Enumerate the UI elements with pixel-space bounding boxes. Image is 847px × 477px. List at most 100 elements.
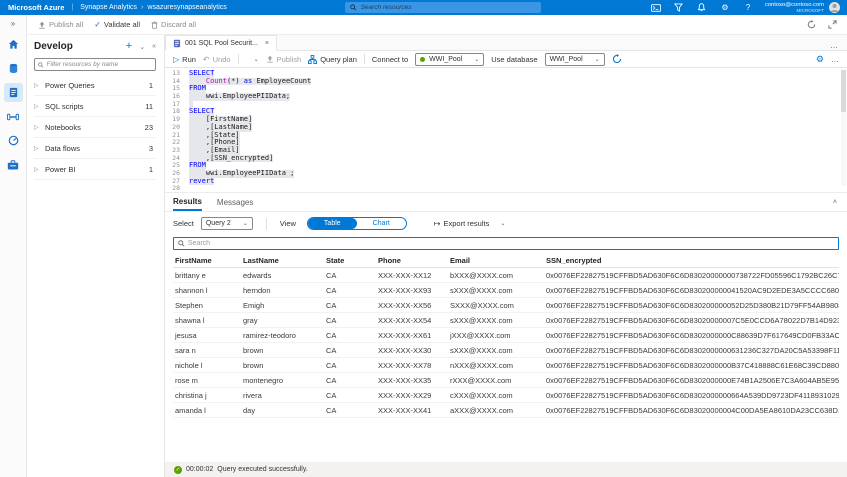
view-chart-button[interactable]: Chart [357,218,406,229]
export-results-button[interactable]: ↦ Export results ⌄ [434,219,506,228]
nav-monitor[interactable] [4,131,23,150]
column-header-state[interactable]: State [326,256,378,265]
table-row[interactable]: shannon lherndonCAXXX-XXX-XX93sXXX@XXXX.… [173,283,839,298]
run-button[interactable]: ▷ Run [173,55,196,64]
collapse-panel-icon[interactable]: « [152,43,156,50]
collapse-results-icon[interactable]: ˄ [833,193,837,211]
publish-all-button[interactable]: Publish all [38,20,83,29]
global-search-input[interactable] [361,4,536,11]
refresh-database-icon[interactable] [612,54,622,64]
view-table-button[interactable]: Table [308,218,357,229]
editor-scrollbar[interactable] [841,70,846,186]
cloudshell-icon[interactable] [651,3,661,13]
connect-to-dropdown[interactable]: WWI_Pool ⌄ [415,53,484,66]
table-row[interactable]: christina jriveraCAXXX-XXX-XX29cXXX@XXXX… [173,388,839,403]
table-row[interactable]: sara nbrownCAXXX-XXX-XX30sXXX@XXXX.com0x… [173,343,839,358]
help-icon[interactable]: ? [743,3,753,13]
develop-item-power-bi[interactable]: ▷Power BI1 [34,159,156,180]
scrollbar-thumb[interactable] [841,70,846,112]
properties-gear-icon[interactable]: ⚙ [816,54,824,65]
cell: amanda l [173,406,243,415]
use-database-dropdown[interactable]: WWI_Pool ⌄ [545,53,605,66]
nav-manage[interactable] [4,155,23,174]
expand-chevron-icon[interactable]: ▷ [34,103,40,110]
collapse-all-icon[interactable]: ⌄ [139,43,145,51]
develop-item-power-queries[interactable]: ▷Power Queries1 [34,75,156,96]
table-row[interactable]: jesusaramirez-teodoroCAXXX-XXX-XX61jXXX@… [173,328,839,343]
column-header-email[interactable]: Email [450,256,546,265]
validate-check-icon: ✓ [94,20,101,29]
results-panel: Results Messages ˄ Select Query 2 ⌄ View [165,192,847,462]
resource-filter-input[interactable] [47,61,152,68]
code-editor[interactable]: 13SELECT14 Count(*) as EmployeeCount15FR… [165,68,847,192]
code-line: 18SELECT [165,108,847,116]
table-row[interactable]: shawna lgrayCAXXX-XXX-XX54sXXX@XXXX.com0… [173,313,839,328]
code-text: wwi.EmployeePIIData; [189,93,290,101]
status-duration: 00:00:02 [186,466,213,473]
expand-chevron-icon[interactable]: ▷ [34,166,40,173]
notifications-icon[interactable] [697,3,707,13]
develop-item-notebooks[interactable]: ▷Notebooks23 [34,117,156,138]
expand-icon[interactable] [828,20,837,29]
develop-item-sql-scripts[interactable]: ▷SQL scripts11 [34,96,156,117]
undo-icon: ↶ [203,55,210,64]
table-row[interactable]: amanda ldayCAXXX-XXX-XX41aXXX@XXXX.com0x… [173,403,839,418]
table-row[interactable]: rose mmontenegroCAXXX-XXX-XX35rXXX@XXXX.… [173,373,839,388]
expand-chevron-icon[interactable]: ▷ [34,82,40,89]
search-icon [350,4,357,11]
add-resource-button[interactable]: + [126,41,132,52]
nav-integrate[interactable] [4,107,23,126]
cell: CA [326,301,378,310]
settings-icon[interactable]: ⚙ [720,3,730,13]
tab-sql-script[interactable]: 001 SQL Pool Securit... × [165,35,277,51]
account-info[interactable]: contoso@contoso.com MICROSOFT [765,2,824,14]
discard-all-button[interactable]: Discard all [151,20,196,29]
column-header-lastname[interactable]: LastName [243,256,326,265]
undo-split-chevron-icon[interactable]: ⌄ [254,56,259,63]
table-row[interactable]: nichole lbrownCAXXX-XXX-XX78nXXX@XXXX.co… [173,358,839,373]
query-select-dropdown[interactable]: Query 2 ⌄ [201,217,253,230]
cell: montenegro [243,376,326,385]
nav-data[interactable] [4,59,23,78]
results-search-input[interactable] [188,240,834,247]
tab-close-icon[interactable]: × [265,40,269,47]
view-label: View [280,219,296,228]
breadcrumb-section[interactable]: Synapse Analytics [80,4,137,11]
home-icon [8,39,19,50]
column-header-phone[interactable]: Phone [378,256,450,265]
cell: XXX-XXX-XX61 [378,331,450,340]
tab-overflow-icon[interactable]: … [830,41,839,50]
refresh-icon[interactable] [807,20,816,29]
tab-messages[interactable]: Messages [217,193,253,211]
expand-chevron-icon[interactable]: ▷ [34,124,40,131]
cell: CA [326,331,378,340]
column-header-firstname[interactable]: FirstName [173,256,243,265]
nav-develop[interactable] [4,83,23,102]
expand-chevron-icon[interactable]: ▷ [34,145,40,152]
grid-rows: brittany eedwardsCAXXX-XXX-XX12bXXX@XXXX… [173,268,839,418]
avatar[interactable] [829,2,840,13]
azure-brand[interactable]: Microsoft Azure [8,3,64,12]
global-search[interactable] [345,2,541,13]
resource-filter[interactable] [34,58,156,71]
success-icon: ✓ [174,466,182,474]
table-row[interactable]: StephenEmighCAXXX-XXX-XX56SXXX@XXXX.com0… [173,298,839,313]
expand-rail-icon[interactable]: » [11,19,15,35]
table-row[interactable]: brittany eedwardsCAXXX-XXX-XX12bXXX@XXXX… [173,268,839,283]
nav-home[interactable] [4,35,23,54]
validate-all-button[interactable]: ✓ Validate all [94,20,140,29]
undo-button[interactable]: ↶ Undo [203,55,231,64]
develop-panel-title: Develop [34,41,73,52]
results-search[interactable] [173,237,839,250]
breadcrumb-workspace[interactable]: wsazuresynapseanalytics [147,4,226,11]
cell: gray [243,316,326,325]
toolbar-overflow-icon[interactable]: … [831,55,840,64]
column-header-ssn_encrypted[interactable]: SSN_encrypted [546,256,839,265]
directory-filter-icon[interactable] [674,3,684,13]
develop-item-data-flows[interactable]: ▷Data flows3 [34,138,156,159]
publish-button[interactable]: Publish [266,55,302,64]
query-plan-button[interactable]: Query plan [308,55,357,64]
tab-results[interactable]: Results [173,193,202,211]
code-line: 16 wwi.EmployeePIIData; [165,93,847,101]
chevron-down-icon: ⌄ [595,56,600,63]
